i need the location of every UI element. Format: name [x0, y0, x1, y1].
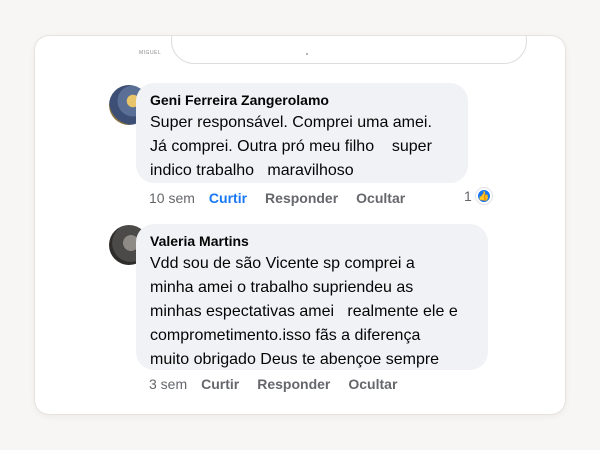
- comment-bubble: Geni Ferreira Zangerolamo Super responsá…: [136, 83, 468, 183]
- partial-avatar-label: MIGUEL: [139, 50, 162, 56]
- comment-author[interactable]: Geni Ferreira Zangerolamo: [150, 91, 454, 109]
- comment-text: Super responsável. Comprei uma amei. Já …: [150, 114, 432, 179]
- reaction-summary[interactable]: 1 👍: [464, 188, 492, 204]
- comment-bubble: Valeria Martins Vdd sou de são Vicente s…: [136, 224, 488, 370]
- comment-text: Vdd sou de são Vicente sp comprei a minh…: [150, 255, 458, 368]
- like-icon: 👍: [475, 188, 492, 204]
- reply-button[interactable]: Responder: [257, 376, 330, 392]
- hide-button[interactable]: Ocultar: [356, 190, 405, 206]
- comments-card: MIGUEL Geni Ferreira Zangerolamo Super r…: [35, 36, 565, 414]
- reply-button[interactable]: Responder: [265, 190, 338, 206]
- hide-button[interactable]: Ocultar: [348, 376, 397, 392]
- comment-timestamp[interactable]: 10 sem: [149, 190, 195, 206]
- like-button[interactable]: Curtir: [209, 190, 247, 206]
- like-button[interactable]: Curtir: [201, 376, 239, 392]
- comment-actions: 3 sem Curtir Responder Ocultar: [149, 376, 415, 392]
- comment-timestamp[interactable]: 3 sem: [149, 376, 187, 392]
- comment-input-field[interactable]: [171, 36, 527, 64]
- comment-author[interactable]: Valeria Martins: [150, 232, 474, 250]
- comment-actions: 10 sem Curtir Responder Ocultar: [149, 190, 423, 206]
- reaction-count: 1: [464, 188, 472, 204]
- input-cursor-dot: [306, 53, 308, 55]
